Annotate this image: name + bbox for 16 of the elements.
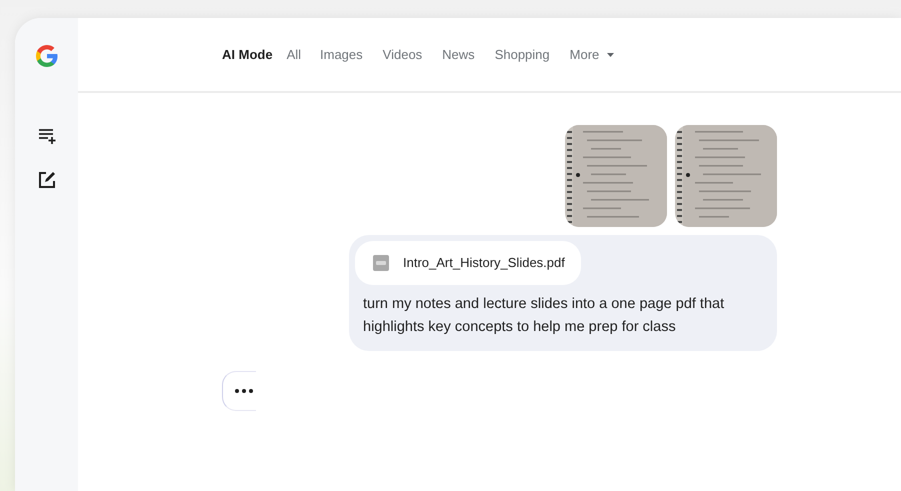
caret-icon xyxy=(607,52,614,56)
pdf-file-icon xyxy=(373,254,389,271)
dots-icon xyxy=(235,388,253,392)
nav-tab[interactable]: Images xyxy=(320,44,363,64)
nav-tab[interactable]: AI Mode xyxy=(222,44,273,64)
list-plus-icon xyxy=(36,126,56,146)
edit-icon xyxy=(36,170,56,190)
google-logo-icon[interactable] xyxy=(34,44,58,68)
nav-tab[interactable]: More xyxy=(570,44,614,64)
nav-tab[interactable]: Shopping xyxy=(494,44,550,64)
message-text: turn my notes and lecture slides into a one page pdf that highlights key concepts to help me prep for class xyxy=(363,294,726,336)
nav-tab[interactable]: News xyxy=(442,44,475,64)
attachment-chip[interactable]: Intro_Art_History_Slides.pdf xyxy=(355,241,581,284)
file-name: Intro_Art_History_Slides.pdf xyxy=(403,254,565,272)
nav-tab[interactable]: Videos xyxy=(382,44,422,64)
nav-tab[interactable]: All xyxy=(286,44,302,64)
